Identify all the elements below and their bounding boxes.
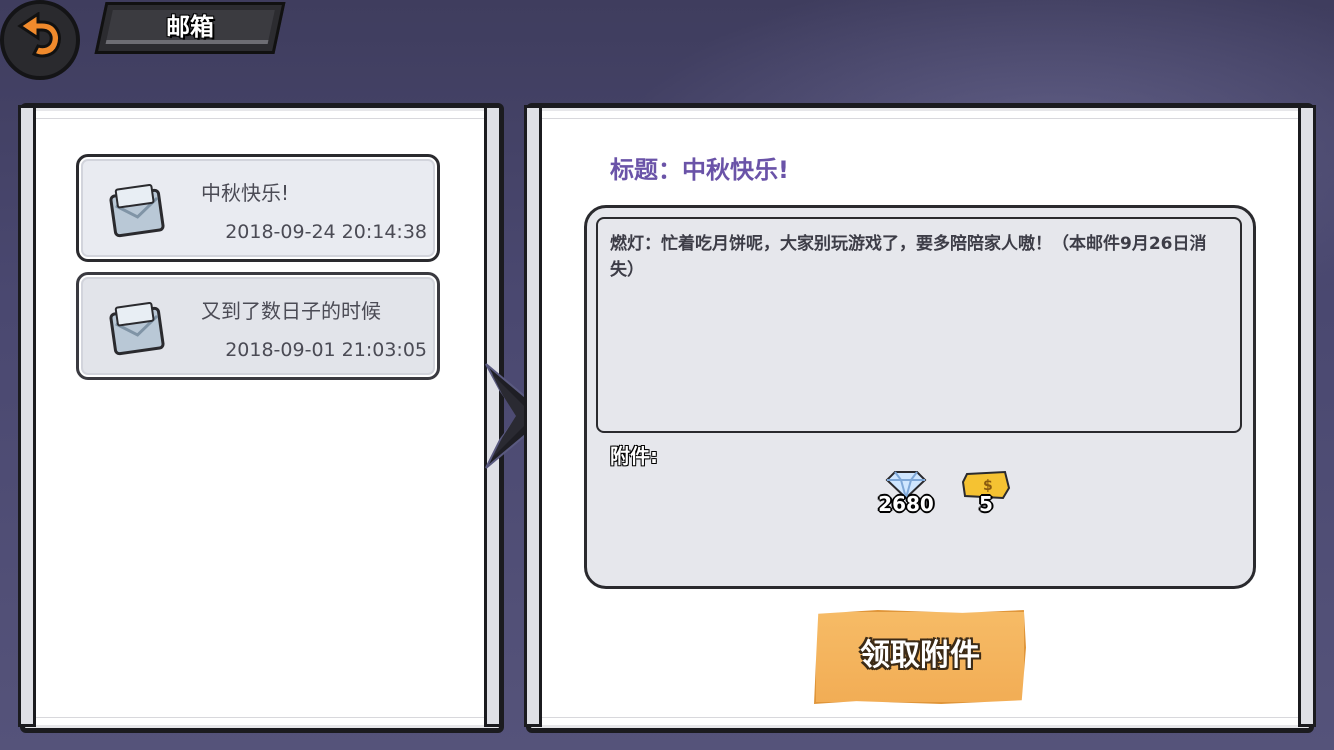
mail-subject: 标题：中秋快乐! (610, 156, 789, 184)
mail-body-text: 燃灯：忙着吃月饼呢，大家别玩游戏了，要多陪陪家人嗷！（本邮件9月26日消失） (596, 217, 1242, 433)
attachment-count: 2680 (878, 492, 934, 516)
mail-list-item[interactable]: 中秋快乐! 2018-09-24 20:14:38 (76, 154, 440, 262)
back-button[interactable] (0, 0, 80, 80)
right-panel-spine-left (524, 105, 542, 727)
left-panel-spine-left (18, 105, 36, 727)
right-panel-spine (1298, 105, 1316, 727)
attachment-item: 2680 (876, 470, 936, 522)
back-arrow-icon (17, 12, 61, 58)
mail-date: 2018-09-01 21:03:05 (225, 339, 427, 361)
claim-attachments-label: 领取附件 (860, 638, 980, 673)
attachment-item: $ 5 (956, 470, 1016, 522)
attachment-count: 5 (979, 492, 993, 516)
mail-title: 又到了数日子的时候 (201, 299, 381, 323)
attachments-label: 附件: (610, 444, 658, 468)
page-title: 邮箱 (166, 13, 214, 41)
mail-date: 2018-09-24 20:14:38 (225, 221, 427, 243)
envelope-icon (109, 184, 165, 238)
mail-list-item[interactable]: 又到了数日子的时候 2018-09-01 21:03:05 (76, 272, 440, 380)
mail-title: 中秋快乐! (201, 181, 290, 205)
envelope-icon (109, 302, 165, 356)
